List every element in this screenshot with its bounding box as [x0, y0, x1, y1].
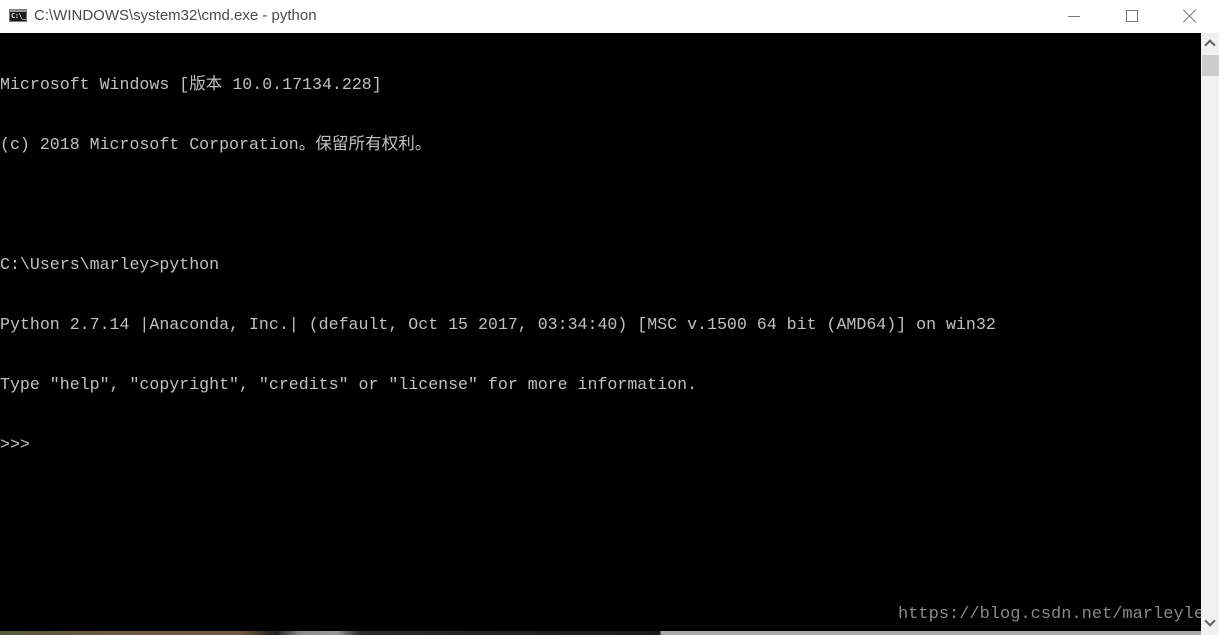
- scroll-up-button[interactable]: [1201, 33, 1219, 53]
- close-icon: [1183, 9, 1197, 23]
- console-line: Type "help", "copyright", "credits" or "…: [0, 375, 698, 394]
- scroll-down-button[interactable]: [1201, 613, 1219, 633]
- cmd-icon[interactable]: C:\_: [9, 9, 27, 22]
- close-button[interactable]: [1167, 0, 1213, 32]
- python-prompt[interactable]: >>>: [0, 435, 996, 455]
- console-output[interactable]: Microsoft Windows [版本 10.0.17134.228] (c…: [0, 33, 1201, 635]
- chevron-down-icon: [1204, 615, 1216, 627]
- console-line: Microsoft Windows [版本 10.0.17134.228]: [0, 75, 382, 94]
- cmd-window: C:\_ C:\WINDOWS\system32\cmd.exe - pytho…: [0, 0, 1219, 635]
- chevron-up-icon: [1204, 39, 1216, 51]
- console-line: (c) 2018 Microsoft Corporation。保留所有权利。: [0, 135, 432, 154]
- vertical-scrollbar[interactable]: [1201, 33, 1219, 635]
- scroll-thumb[interactable]: [1202, 55, 1219, 76]
- minimize-button[interactable]: [1051, 0, 1097, 32]
- watermark: https://blog.csdn.net/marleylee: [898, 605, 1201, 624]
- console-line: Python 2.7.14 |Anaconda, Inc.| (default,…: [0, 315, 996, 334]
- maximize-icon: [1126, 10, 1138, 22]
- maximize-button[interactable]: [1109, 0, 1155, 32]
- window-title: C:\WINDOWS\system32\cmd.exe - python: [34, 7, 317, 24]
- console-line: C:\Users\marley>python: [0, 255, 220, 274]
- cmd-icon-text: C:\_: [11, 12, 26, 20]
- minimize-icon: [1068, 15, 1080, 17]
- console-text: Microsoft Windows [版本 10.0.17134.228] (c…: [0, 35, 996, 495]
- title-bar[interactable]: C:\_ C:\WINDOWS\system32\cmd.exe - pytho…: [0, 0, 1219, 33]
- taskbar-edge: [0, 631, 1201, 635]
